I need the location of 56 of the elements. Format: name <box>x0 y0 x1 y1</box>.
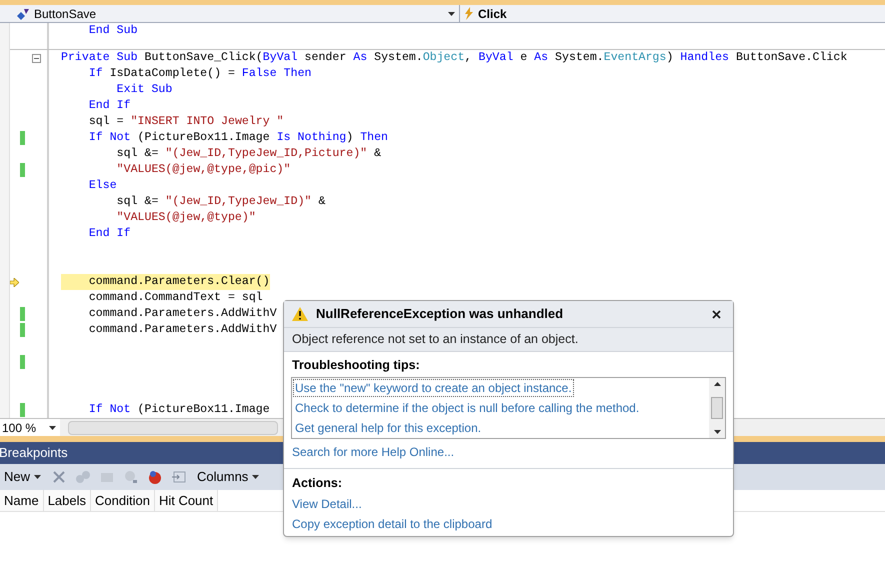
column-header[interactable]: Hit Count <box>154 490 218 511</box>
scroll-up-icon <box>714 382 720 386</box>
code-line: command.CommandText = sql <box>88 290 263 306</box>
column-header[interactable]: Labels <box>44 490 91 511</box>
code-line: sql &= "(Jew_ID,TypeJew_ID)" & <box>116 194 326 210</box>
code-line: If Not (PictureBox11.Image Is Nothing) Then <box>88 130 388 146</box>
binoculars-icon[interactable] <box>75 469 92 485</box>
code-line: If Not (PictureBox11.Image <box>88 402 270 418</box>
action-link[interactable]: Copy exception detail to the clipboard <box>292 514 492 532</box>
code-line: command.Parameters.AddWithV <box>88 322 277 338</box>
horizontal-scrollbar[interactable] <box>68 420 278 434</box>
code-line: If IsDataComplete() = False Then <box>88 66 312 82</box>
exception-title: NullReferenceException was unhandled <box>316 305 564 324</box>
code-line: End If <box>88 226 131 242</box>
search-help-link[interactable]: Search for more Help Online... <box>292 442 454 461</box>
tips-heading: Troubleshooting tips: <box>292 357 421 374</box>
collapse-icon[interactable] <box>32 54 40 62</box>
vertical-scrollbar[interactable] <box>709 378 725 438</box>
caret-icon <box>252 475 260 479</box>
zoom-dropdown[interactable]: 100 % <box>0 419 60 436</box>
scroll-thumb[interactable] <box>711 396 723 419</box>
caret-icon <box>34 475 42 479</box>
tip-link[interactable]: Use the "new" keyword to create an object instance. <box>292 378 575 398</box>
column-header[interactable]: Name <box>0 490 44 511</box>
close-icon[interactable] <box>712 310 721 318</box>
tip-link[interactable]: Get general help for this exception. <box>292 418 484 438</box>
class-icon <box>16 8 30 20</box>
column-header[interactable]: Condition <box>91 490 155 511</box>
code-line: Private Sub ButtonSave_Click(ByVal sender As System.Object, ByVal e As System.EventArgs) Handles ButtonSave.Click <box>61 50 848 66</box>
tip-link[interactable]: Check to determine if the object is null before calling the method. <box>292 398 642 418</box>
export-icon[interactable] <box>171 469 188 485</box>
caret-icon <box>49 426 56 430</box>
code-line: "VALUES(@jew,@type,@pic)" <box>116 162 291 178</box>
toolbar-menu-button[interactable]: New <box>2 467 44 487</box>
code-line: command.Parameters.AddWithV <box>88 306 277 322</box>
code-line: sql = "INSERT INTO Jewelry " <box>88 114 284 130</box>
code-line: End Sub <box>88 23 138 39</box>
action-link[interactable]: View Detail... <box>292 494 362 512</box>
caret-icon <box>714 430 720 434</box>
actions-heading: Actions: <box>292 474 343 492</box>
code-line: Else <box>88 178 117 194</box>
breakpoint-ball-icon[interactable] <box>147 469 164 485</box>
code-line: "VALUES(@jew,@type)" <box>116 210 256 226</box>
warning-icon <box>292 307 308 321</box>
lightning-icon <box>464 7 474 20</box>
toolbar-menu-button[interactable]: Columns <box>195 467 262 487</box>
panel-title: Breakpoints <box>0 444 68 462</box>
class-dropdown[interactable]: ButtonSave <box>0 5 460 22</box>
caret-icon <box>448 12 455 16</box>
code-line: End If <box>88 98 131 114</box>
member-dropdown[interactable]: Click <box>460 5 885 22</box>
exception-message: Object reference not set to an instance of an object. <box>284 327 733 351</box>
code-line: sql &= "(Jew_ID,TypeJew_ID,Picture)" & <box>116 146 382 162</box>
delete-icon[interactable] <box>51 469 68 485</box>
magnifier-icon[interactable] <box>123 469 140 485</box>
code-line: Exit Sub <box>116 82 172 98</box>
